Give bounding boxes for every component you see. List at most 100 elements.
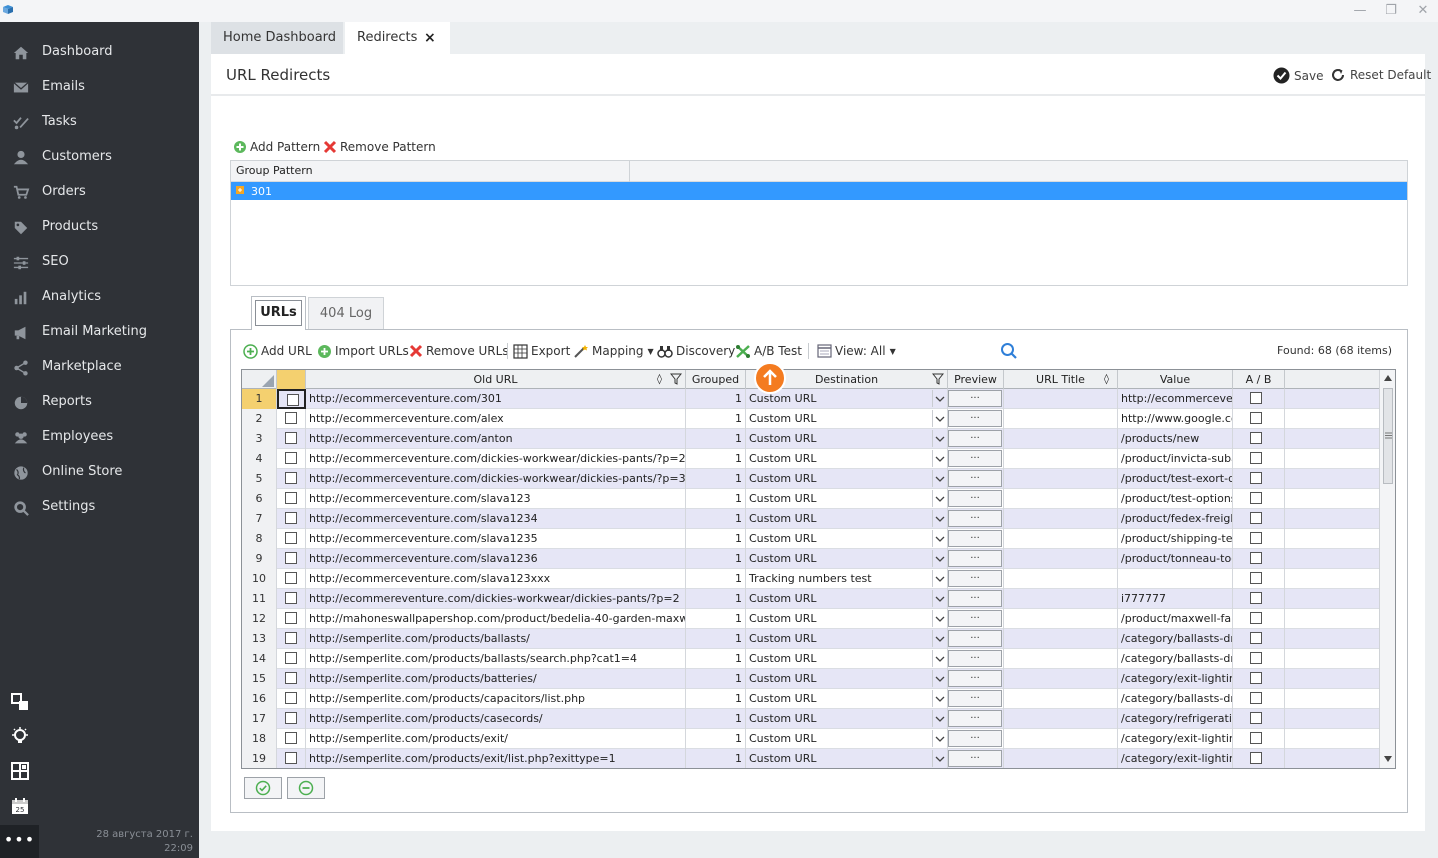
- url-title-cell[interactable]: [1004, 689, 1118, 709]
- cancel-button[interactable]: [287, 777, 325, 799]
- destination-dropdown-button[interactable]: [932, 610, 946, 627]
- destination-dropdown-button[interactable]: [932, 530, 946, 547]
- old-url-cell[interactable]: http://ecommerceventure.com/dickies-work…: [306, 469, 686, 489]
- table-row[interactable]: 6 http://ecommerceventure.com/slava123 1 Cu…: [242, 489, 1395, 509]
- row-checkbox[interactable]: [285, 632, 297, 644]
- scroll-thumb[interactable]: [1383, 388, 1393, 484]
- destination-cell[interactable]: Custom URL: [746, 669, 948, 689]
- row-checkbox[interactable]: [285, 732, 297, 744]
- preview-button[interactable]: ...: [948, 690, 1002, 707]
- ab-checkbox[interactable]: [1250, 512, 1262, 524]
- sidebar-item-reports[interactable]: Reports: [0, 385, 199, 420]
- table-row[interactable]: 11 http://ecommereventure.com/dickies-wor…: [242, 589, 1395, 609]
- ab-checkbox[interactable]: [1250, 692, 1262, 704]
- more-button[interactable]: •••: [0, 825, 39, 858]
- sort-icon[interactable]: ◊: [657, 370, 662, 389]
- destination-cell[interactable]: Custom URL: [746, 729, 948, 749]
- old-url-column-header[interactable]: Old URL ◊: [306, 370, 686, 389]
- close-window-button[interactable]: ✕: [1415, 3, 1431, 19]
- old-url-cell[interactable]: http://ecommerceventure.com/alex: [306, 409, 686, 429]
- destination-cell[interactable]: Custom URL: [746, 429, 948, 449]
- destination-cell[interactable]: Custom URL: [746, 509, 948, 529]
- value-column-header[interactable]: Value: [1118, 370, 1233, 389]
- value-cell[interactable]: /category/ballasts-drivers: [1118, 689, 1233, 709]
- ab-checkbox[interactable]: [1250, 592, 1262, 604]
- table-row[interactable]: 12 http://mahoneswallpapershop.com/produc…: [242, 609, 1395, 629]
- preview-button[interactable]: ...: [948, 390, 1002, 407]
- destination-cell[interactable]: Custom URL: [746, 409, 948, 429]
- row-checkbox[interactable]: [285, 532, 297, 544]
- ab-checkbox[interactable]: [1250, 572, 1262, 584]
- preview-button[interactable]: ...: [948, 650, 1002, 667]
- tab-home-dashboard[interactable]: Home Dashboard: [211, 22, 343, 54]
- scroll-up-icon[interactable]: [1383, 373, 1393, 383]
- table-row[interactable]: 5 http://ecommerceventure.com/dickies-wor…: [242, 469, 1395, 489]
- reset-default-button[interactable]: Reset Default: [1330, 67, 1431, 83]
- url-title-cell[interactable]: [1004, 589, 1118, 609]
- minimize-button[interactable]: —: [1352, 3, 1368, 19]
- ab-checkbox[interactable]: [1250, 412, 1262, 424]
- group-pattern-column-header[interactable]: Group Pattern: [236, 164, 313, 177]
- checkbox-column-header[interactable]: [277, 370, 306, 389]
- grouped-column-header[interactable]: Grouped: [686, 370, 746, 389]
- destination-dropdown-button[interactable]: [932, 490, 946, 507]
- url-title-cell[interactable]: [1004, 509, 1118, 529]
- table-row[interactable]: 14 http://semperlite.com/products/ballast…: [242, 649, 1395, 669]
- url-title-cell[interactable]: [1004, 529, 1118, 549]
- destination-cell[interactable]: Custom URL: [746, 649, 948, 669]
- grouped-cell[interactable]: 1: [686, 649, 746, 669]
- old-url-cell[interactable]: http://ecommerceventure.com/dickies-work…: [306, 449, 686, 469]
- old-url-cell[interactable]: http://ecommerceventure.com/301: [306, 389, 686, 409]
- remove-pattern-button[interactable]: Remove Pattern: [323, 139, 436, 155]
- destination-cell[interactable]: Custom URL: [746, 549, 948, 569]
- destination-cell[interactable]: Custom URL: [746, 709, 948, 729]
- table-row[interactable]: 13 http://semperlite.com/products/ballast…: [242, 629, 1395, 649]
- preview-button[interactable]: ...: [948, 510, 1002, 527]
- ab-column-header[interactable]: A / B: [1233, 370, 1285, 389]
- grouped-cell[interactable]: 1: [686, 449, 746, 469]
- url-title-cell[interactable]: [1004, 449, 1118, 469]
- search-icon[interactable]: [1000, 342, 1018, 360]
- old-url-cell[interactable]: http://ecommerceventure.com/slava1236: [306, 549, 686, 569]
- url-title-cell[interactable]: [1004, 609, 1118, 629]
- row-checkbox[interactable]: [285, 652, 297, 664]
- row-checkbox[interactable]: [287, 394, 299, 406]
- table-row[interactable]: 15 http://semperlite.com/products/batteri…: [242, 669, 1395, 689]
- destination-dropdown-button[interactable]: [932, 550, 946, 567]
- export-button[interactable]: Export: [513, 343, 570, 359]
- row-checkbox[interactable]: [285, 692, 297, 704]
- value-cell[interactable]: /product/maxwell-fabric: [1118, 609, 1233, 629]
- destination-dropdown-button[interactable]: [932, 730, 946, 747]
- ab-checkbox[interactable]: [1250, 532, 1262, 544]
- preview-button[interactable]: ...: [948, 670, 1002, 687]
- destination-cell[interactable]: Custom URL: [746, 589, 948, 609]
- destination-cell[interactable]: Custom URL: [746, 489, 948, 509]
- url-title-column-header[interactable]: URL Title ◊: [1004, 370, 1118, 389]
- grouped-cell[interactable]: 1: [686, 629, 746, 649]
- destination-dropdown-button[interactable]: [932, 690, 946, 707]
- value-cell[interactable]: /product/fedex-freight: [1118, 509, 1233, 529]
- destination-dropdown-button[interactable]: [932, 430, 946, 447]
- value-cell[interactable]: /category/exit-lighting: [1118, 729, 1233, 749]
- url-title-cell[interactable]: [1004, 429, 1118, 449]
- preview-button[interactable]: ...: [948, 630, 1002, 647]
- destination-dropdown-button[interactable]: [932, 390, 946, 407]
- row-checkbox[interactable]: [285, 452, 297, 464]
- ab-checkbox[interactable]: [1250, 392, 1262, 404]
- grouped-cell[interactable]: 1: [686, 509, 746, 529]
- add-url-button[interactable]: Add URL: [243, 343, 312, 359]
- table-row[interactable]: 18 http://semperlite.com/products/exit/1 C…: [242, 729, 1395, 749]
- grouped-cell[interactable]: 1: [686, 709, 746, 729]
- ab-checkbox[interactable]: [1250, 452, 1262, 464]
- old-url-cell[interactable]: http://ecommerceventure.com/slava123: [306, 489, 686, 509]
- old-url-cell[interactable]: http://semperlite.com/products/exit/: [306, 729, 686, 749]
- value-cell[interactable]: http://ecommerceventure.com: [1118, 389, 1233, 409]
- destination-cell[interactable]: Custom URL: [746, 529, 948, 549]
- destination-dropdown-button[interactable]: [932, 750, 946, 767]
- table-row[interactable]: 3 http://ecommerceventure.com/anton 1 Custo…: [242, 429, 1395, 449]
- sidebar-item-email-marketing[interactable]: Email Marketing: [0, 315, 199, 350]
- table-row[interactable]: 10 http://ecommerceventure.com/slava123xx…: [242, 569, 1395, 589]
- grouped-cell[interactable]: 1: [686, 429, 746, 449]
- grouped-cell[interactable]: 1: [686, 389, 746, 409]
- preview-button[interactable]: ...: [948, 730, 1002, 747]
